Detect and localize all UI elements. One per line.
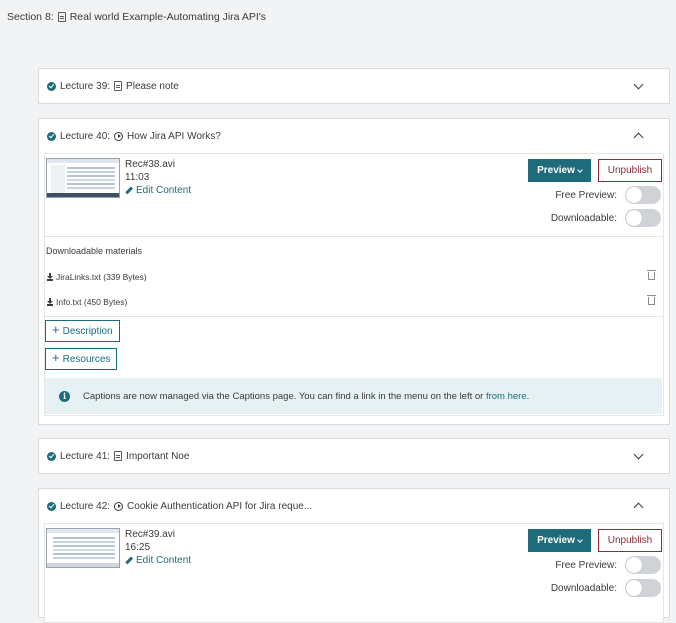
check-circle-icon <box>47 131 56 141</box>
trash-icon[interactable] <box>647 295 656 305</box>
preview-button[interactable]: Preview <box>528 529 591 552</box>
unpublish-button[interactable]: Unpublish <box>598 159 662 182</box>
play-circle-icon <box>114 131 124 141</box>
downloadable-row: Downloadable: <box>551 209 661 227</box>
material-item[interactable]: JiraLinks.txt (339 Bytes) <box>45 264 663 289</box>
captions-info-box: i Captions are now managed via the Capti… <box>45 378 662 414</box>
lecture-title: Please note <box>126 80 179 92</box>
lecture-label: Lecture 40: <box>60 130 111 142</box>
free-preview-toggle[interactable] <box>625 556 661 574</box>
download-icon <box>46 272 53 281</box>
video-thumbnail[interactable] <box>46 528 120 568</box>
lecture-header[interactable]: Lecture 41: Important Noe <box>39 439 669 473</box>
lecture-item: Lecture 42: Cookie Authentication API fo… <box>38 488 670 623</box>
file-info: Rec#38.avi 11:03 Edit Content <box>125 158 191 197</box>
downloadable-toggle[interactable] <box>625 209 661 227</box>
from-here-link[interactable]: from here <box>486 391 527 402</box>
chevron-down-icon <box>577 166 583 173</box>
video-thumbnail[interactable] <box>46 158 120 198</box>
edit-content-link[interactable]: Edit Content <box>125 184 191 197</box>
chevron-up-icon[interactable] <box>633 132 644 143</box>
media-row: Rec#38.avi 11:03 Edit Content Preview Un… <box>45 154 663 236</box>
file-duration: 11:03 <box>125 172 150 183</box>
chevron-up-icon[interactable] <box>633 502 644 513</box>
lecture-header[interactable]: Lecture 39: Please note <box>39 69 669 103</box>
plus-icon: + <box>52 350 60 365</box>
free-preview-toggle[interactable] <box>625 186 661 204</box>
file-name: Rec#39.avi <box>125 529 176 540</box>
check-circle-icon <box>47 451 56 461</box>
unpublish-button[interactable]: Unpublish <box>598 529 662 552</box>
free-preview-row: Free Preview: <box>555 186 661 204</box>
media-row: Rec#39.avi 16:25 Edit Content Preview Un… <box>45 524 663 606</box>
download-icon <box>46 297 53 306</box>
downloadable-materials-title: Downloadable materials <box>46 246 143 256</box>
material-name[interactable]: Info.txt (450 Bytes) <box>56 297 127 307</box>
downloadable-label: Downloadable: <box>550 582 617 594</box>
section-header: Section 8: Real world Example-Automating… <box>7 11 266 23</box>
plus-icon: + <box>52 322 60 337</box>
file-duration: 16:25 <box>125 542 151 553</box>
free-preview-row: Free Preview: <box>555 556 661 574</box>
lecture-label: Lecture 42: <box>60 500 111 512</box>
section-label: Section 8: <box>7 11 54 23</box>
add-resources-button[interactable]: + Resources <box>45 348 118 370</box>
free-preview-label: Free Preview: <box>555 559 617 571</box>
lecture-title: Important Noe <box>126 450 190 462</box>
lecture-content: Rec#38.avi 11:03 Edit Content Preview Un… <box>44 153 664 416</box>
lecture-item: Lecture 41: Important Noe <box>38 438 670 474</box>
file-name: Rec#38.avi <box>125 159 176 170</box>
trash-icon[interactable] <box>647 270 656 280</box>
chevron-down-icon <box>577 536 583 543</box>
material-item[interactable]: Info.txt (450 Bytes) <box>45 289 663 314</box>
lecture-title: Cookie Authentication API for Jira reque… <box>127 500 313 512</box>
downloadable-row: Downloadable: <box>551 579 661 597</box>
add-description-button[interactable]: + Description <box>45 320 120 342</box>
info-icon: i <box>59 390 70 402</box>
preview-button[interactable]: Preview <box>528 159 591 182</box>
document-icon <box>114 451 123 461</box>
lecture-item: Lecture 40: How Jira API Works? Rec#38.a… <box>38 118 670 425</box>
document-icon <box>114 81 123 91</box>
downloadable-label: Downloadable: <box>550 212 617 224</box>
lecture-label: Lecture 39: <box>60 80 111 92</box>
play-circle-icon <box>114 501 124 511</box>
lecture-label: Lecture 41: <box>60 450 111 462</box>
check-circle-icon <box>47 81 56 91</box>
material-name[interactable]: JiraLinks.txt (339 Bytes) <box>56 272 147 282</box>
pencil-icon <box>125 186 133 195</box>
free-preview-label: Free Preview: <box>555 189 617 201</box>
lecture-item: Lecture 39: Please note <box>38 68 670 104</box>
downloadable-toggle[interactable] <box>625 579 661 597</box>
pencil-icon <box>125 556 133 565</box>
section-title: Real world Example-Automating Jira API's <box>69 11 267 23</box>
captions-message: Captions are now managed via the Caption… <box>83 390 530 402</box>
lecture-title: How Jira API Works? <box>127 130 221 142</box>
edit-content-link[interactable]: Edit Content <box>125 554 191 567</box>
chevron-down-icon[interactable] <box>633 449 644 459</box>
file-info: Rec#39.avi 16:25 Edit Content <box>125 528 191 567</box>
lecture-header[interactable]: Lecture 42: Cookie Authentication API fo… <box>39 489 669 523</box>
document-icon <box>57 12 66 22</box>
lecture-header[interactable]: Lecture 40: How Jira API Works? <box>39 119 669 153</box>
check-circle-icon <box>47 501 56 511</box>
lecture-content: Rec#39.avi 16:25 Edit Content Preview Un… <box>44 523 664 623</box>
chevron-down-icon[interactable] <box>633 79 644 89</box>
